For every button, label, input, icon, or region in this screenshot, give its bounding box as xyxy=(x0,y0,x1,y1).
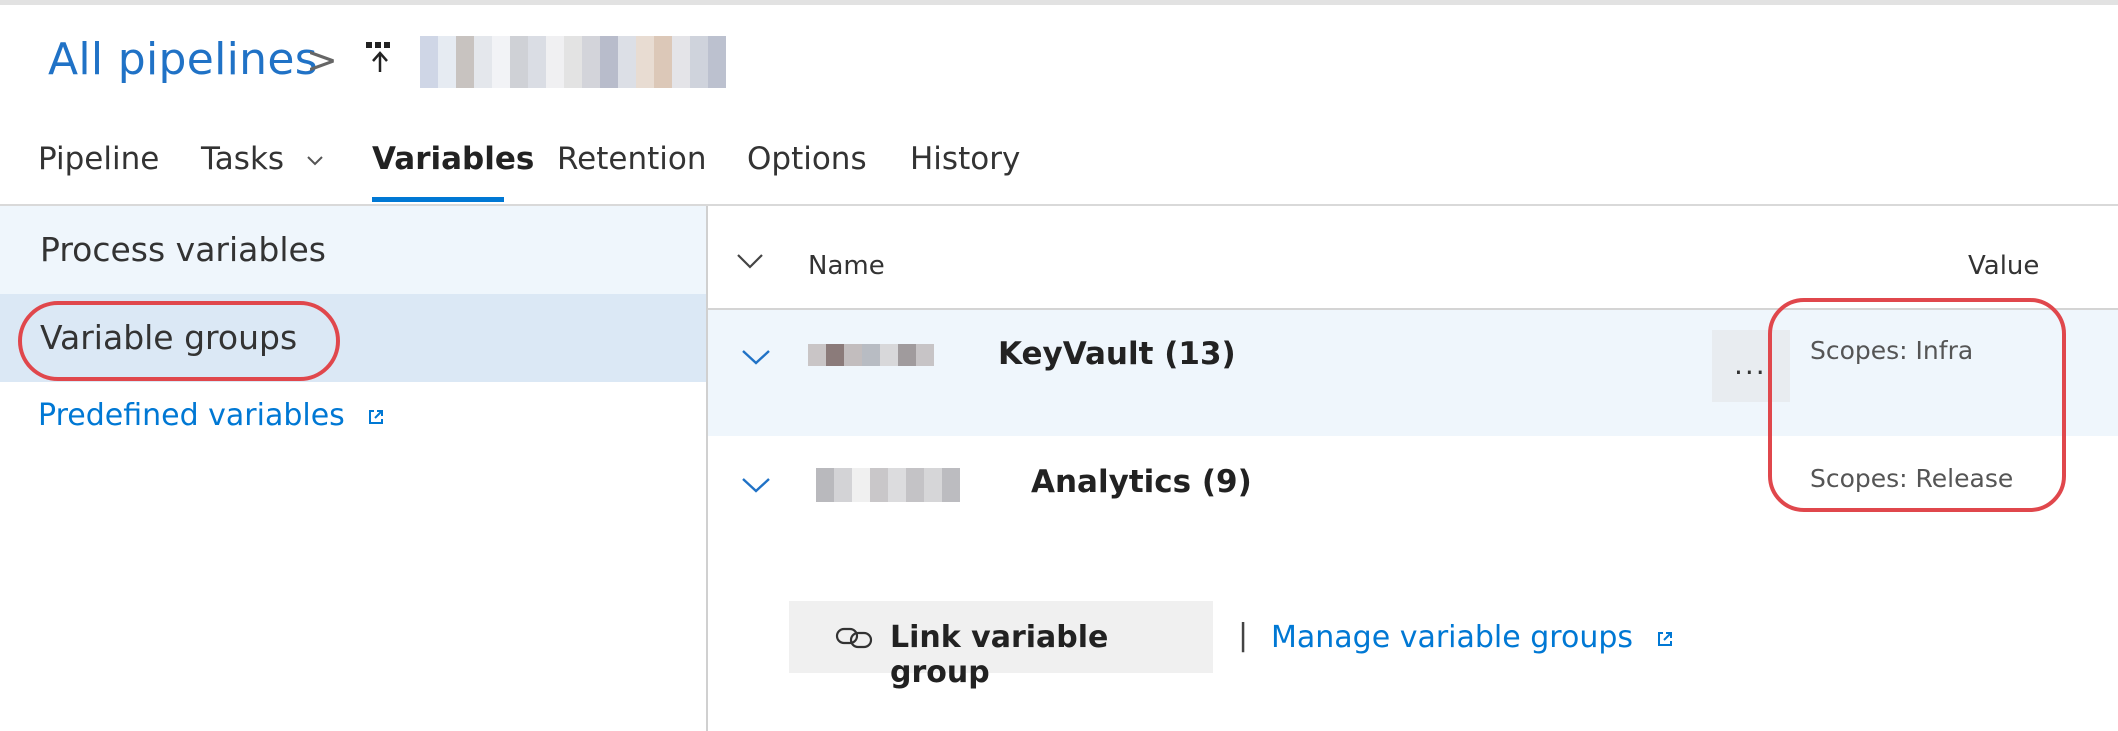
pane-divider xyxy=(706,206,708,731)
link-icon xyxy=(835,627,873,649)
chevron-down-icon xyxy=(307,155,323,165)
chevron-down-icon[interactable] xyxy=(741,476,771,494)
tab-options[interactable]: Options xyxy=(747,141,867,177)
active-tab-indicator xyxy=(372,197,504,202)
group-name-redacted xyxy=(816,468,960,502)
variable-group-name[interactable]: Analytics (9) xyxy=(1031,464,1252,500)
link-variable-group-label: Link variable group xyxy=(890,620,1109,690)
sidebar-item-process-variables[interactable]: Process variables xyxy=(0,206,706,294)
breadcrumb-all-pipelines[interactable]: All pipelines xyxy=(48,34,318,85)
external-link-icon xyxy=(369,409,384,424)
group-name-redacted xyxy=(808,344,934,366)
tab-retention[interactable]: Retention xyxy=(557,141,706,177)
highlight-circle-scopes xyxy=(1768,298,2066,512)
tab-pipeline[interactable]: Pipeline xyxy=(38,141,159,177)
tab-variables[interactable]: Variables xyxy=(372,141,534,177)
tab-tasks[interactable]: Tasks xyxy=(201,141,324,177)
manage-variable-groups-link[interactable]: Manage variable groups xyxy=(1271,620,1673,655)
tab-history[interactable]: History xyxy=(910,141,1020,177)
column-header-value: Value xyxy=(1968,251,2040,281)
column-header-name: Name xyxy=(808,251,885,281)
pipeline-name-redacted xyxy=(420,36,726,88)
external-link-icon xyxy=(1657,631,1672,646)
action-separator: | xyxy=(1238,618,1249,653)
sidebar-item-label: Process variables xyxy=(40,230,326,269)
top-border xyxy=(0,0,2118,5)
collapse-all-chevron-icon[interactable] xyxy=(736,252,764,270)
variable-group-name[interactable]: KeyVault (13) xyxy=(998,336,1236,372)
breadcrumb-separator: > xyxy=(306,38,338,82)
predefined-variables-link[interactable]: Predefined variables xyxy=(38,398,384,433)
chevron-down-icon[interactable] xyxy=(741,348,771,366)
predefined-variables-label: Predefined variables xyxy=(38,398,345,433)
tab-tasks-label: Tasks xyxy=(201,141,285,177)
manage-variable-groups-label: Manage variable groups xyxy=(1271,620,1634,655)
link-variable-group-button[interactable]: Link variable group xyxy=(789,601,1213,690)
build-pipeline-icon xyxy=(366,40,394,74)
more-options-icon: ... xyxy=(1734,348,1767,381)
highlight-circle-variable-groups xyxy=(18,301,340,381)
